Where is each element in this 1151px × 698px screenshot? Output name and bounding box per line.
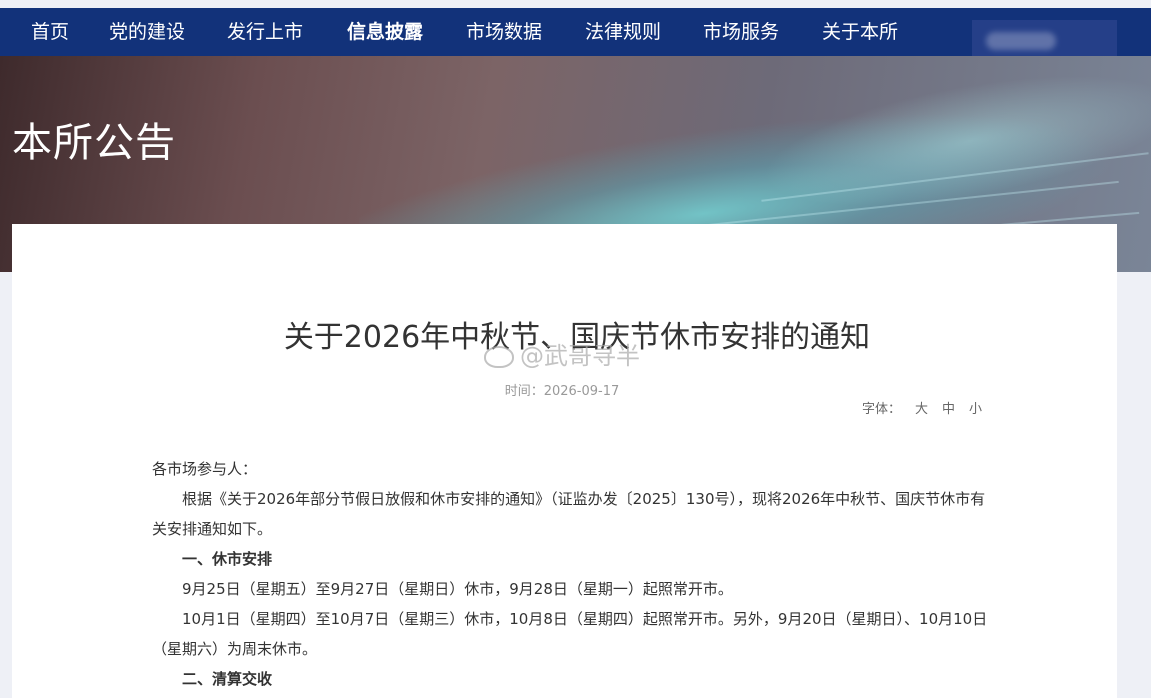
- salutation: 各市场参与人：: [152, 460, 258, 478]
- nav-item-disclosure[interactable]: 信息披露: [347, 8, 423, 56]
- nav-item-home[interactable]: 首页: [31, 8, 69, 56]
- page-title: 本所公告: [12, 120, 176, 166]
- nav-item-listing[interactable]: 发行上市: [227, 8, 303, 56]
- font-size-label: 字体：: [862, 402, 902, 417]
- nav-item-party-building[interactable]: 党的建设: [109, 8, 185, 56]
- watermark: @武哥寻半: [484, 336, 640, 371]
- paragraph: 9月25日（星期五）至9月27日（星期日）休市，9月28日（星期一）起照常开市。: [182, 580, 733, 598]
- intro-paragraph: 根据《关于2026年部分节假日放假和休市安排的通知》（证监办发〔2025〕130…: [182, 490, 986, 508]
- font-size-large-button[interactable]: 大: [915, 402, 928, 417]
- nav-item-services[interactable]: 市场服务: [703, 8, 779, 56]
- weibo-logo-icon: [484, 346, 514, 368]
- nav-item-about[interactable]: 关于本所: [822, 8, 898, 56]
- section-heading: 二、清算交收: [182, 670, 273, 688]
- section-heading: 一、休市安排: [182, 550, 273, 568]
- paragraph-continued: （星期六）为周末休市。: [152, 640, 318, 658]
- font-size-medium-button[interactable]: 中: [942, 402, 955, 417]
- intro-paragraph-continued: 关安排通知如下。: [152, 520, 273, 538]
- nav-item-market-data[interactable]: 市场数据: [466, 8, 542, 56]
- publish-time: 时间：2026-09-17: [504, 384, 620, 399]
- article-card: 关于2026年中秋节、国庆节休市安排的通知 @武哥寻半 时间：2026-09-1…: [12, 224, 1117, 698]
- top-nav: 首页 党的建设 发行上市 信息披露 市场数据 法律规则 市场服务 关于本所: [0, 8, 1151, 62]
- font-size-small-button[interactable]: 小: [969, 402, 982, 417]
- search-placeholder-blur: [986, 32, 1056, 50]
- font-size-selector: 字体： 大中小: [862, 398, 982, 417]
- nav-item-rules[interactable]: 法律规则: [585, 8, 661, 56]
- paragraph: 10月1日（星期四）至10月7日（星期三）休市，10月8日（星期四）起照常开市。…: [182, 610, 988, 628]
